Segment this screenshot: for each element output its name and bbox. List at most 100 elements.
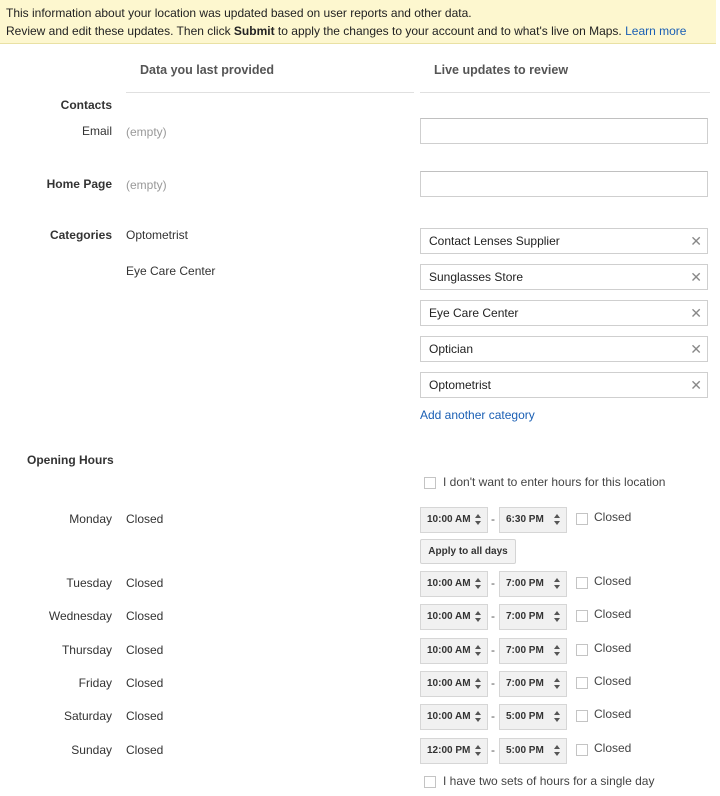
remove-category-icon[interactable]: ✕ — [690, 265, 702, 289]
close-time-select[interactable]: 5:00 PM — [499, 704, 567, 730]
remove-category-icon[interactable]: ✕ — [690, 301, 702, 325]
open-time-value: 10:00 AM — [427, 678, 471, 689]
close-time-value: 7:00 PM — [506, 678, 544, 689]
closed-checkbox[interactable] — [576, 513, 588, 525]
select-arrows-icon — [554, 745, 561, 757]
close-time-select[interactable]: 7:00 PM — [499, 571, 567, 597]
select-arrows-icon — [475, 711, 482, 723]
select-arrows-icon — [554, 578, 561, 590]
remove-category-icon[interactable]: ✕ — [690, 229, 702, 253]
category-field[interactable]: Sunglasses Store ✕ — [420, 264, 708, 290]
select-arrows-icon — [554, 678, 561, 690]
close-time-select[interactable]: 5:00 PM — [499, 738, 567, 764]
category-old-value: Eye Care Center — [126, 264, 216, 278]
email-input[interactable] — [420, 118, 708, 144]
open-time-value: 10:00 AM — [427, 578, 471, 589]
open-time-select[interactable]: 12:00 PM — [420, 738, 488, 764]
select-arrows-icon — [475, 745, 482, 757]
time-dash: - — [491, 676, 495, 690]
remove-category-icon[interactable]: ✕ — [690, 373, 702, 397]
time-dash: - — [491, 643, 495, 657]
day-old-value: Closed — [126, 676, 164, 690]
closed-label: Closed — [594, 707, 632, 721]
no-hours-checkbox[interactable] — [424, 477, 436, 489]
category-value: Contact Lenses Supplier — [429, 234, 560, 248]
open-time-value: 10:00 AM — [427, 611, 471, 622]
open-time-select[interactable]: 10:00 AM — [420, 604, 488, 630]
closed-checkbox[interactable] — [576, 577, 588, 589]
category-value: Eye Care Center — [429, 306, 519, 320]
category-field[interactable]: Optician ✕ — [420, 336, 708, 362]
banner-submit-word: Submit — [233, 24, 275, 38]
remove-category-icon[interactable]: ✕ — [690, 337, 702, 361]
email-old-value: (empty) — [126, 125, 167, 139]
day-label: Sunday — [71, 743, 112, 757]
closed-checkbox[interactable] — [576, 644, 588, 656]
day-label: Saturday — [63, 709, 112, 723]
apply-to-all-days-button[interactable]: Apply to all days — [420, 539, 516, 564]
select-arrows-icon — [554, 645, 561, 657]
close-time-select[interactable]: 7:00 PM — [499, 638, 567, 664]
closed-label: Closed — [594, 674, 632, 688]
time-dash: - — [491, 576, 495, 590]
day-label: Monday — [69, 512, 112, 526]
opening-hours-label: Opening Hours — [27, 453, 114, 467]
closed-checkbox[interactable] — [576, 677, 588, 689]
open-time-value: 10:00 AM — [427, 514, 471, 525]
closed-label: Closed — [594, 641, 632, 655]
day-label: Thursday — [61, 643, 112, 657]
banner-line-2: Review and edit these updates. Then clic… — [6, 22, 716, 40]
column-header-live-updates: Live updates to review — [434, 63, 569, 77]
day-old-value: Closed — [126, 609, 164, 623]
open-time-select[interactable]: 10:00 AM — [420, 671, 488, 697]
close-time-value: 5:00 PM — [506, 711, 544, 722]
day-label: Friday — [78, 676, 112, 690]
learn-more-link[interactable]: Learn more — [625, 24, 686, 38]
close-time-select[interactable]: 6:30 PM — [499, 507, 567, 533]
close-time-value: 6:30 PM — [506, 514, 544, 525]
day-old-value: Closed — [126, 643, 164, 657]
open-time-select[interactable]: 10:00 AM — [420, 507, 488, 533]
closed-label: Closed — [594, 574, 632, 588]
category-field[interactable]: Optometrist ✕ — [420, 372, 708, 398]
time-dash: - — [491, 512, 495, 526]
open-time-select[interactable]: 10:00 AM — [420, 704, 488, 730]
closed-checkbox[interactable] — [576, 710, 588, 722]
select-arrows-icon — [475, 678, 482, 690]
banner-text-a: Review and edit these updates. Then clic… — [6, 24, 234, 38]
category-value: Optician — [429, 342, 474, 356]
time-dash: - — [491, 743, 495, 757]
closed-label: Closed — [594, 607, 632, 621]
homepage-old-value: (empty) — [126, 178, 167, 192]
close-time-value: 5:00 PM — [506, 745, 544, 756]
time-dash: - — [491, 709, 495, 723]
contacts-section-label: Contacts — [60, 98, 112, 112]
closed-checkbox[interactable] — [576, 610, 588, 622]
banner-text-b: to apply the changes to your account and… — [274, 24, 626, 38]
open-time-value: 10:00 AM — [427, 645, 471, 656]
closed-label: Closed — [594, 510, 632, 524]
close-time-select[interactable]: 7:00 PM — [499, 671, 567, 697]
open-time-select[interactable]: 10:00 AM — [420, 571, 488, 597]
homepage-input[interactable] — [420, 171, 708, 197]
select-arrows-icon — [554, 611, 561, 623]
select-arrows-icon — [475, 578, 482, 590]
select-arrows-icon — [475, 514, 482, 526]
select-arrows-icon — [475, 645, 482, 657]
close-time-select[interactable]: 7:00 PM — [499, 604, 567, 630]
open-time-value: 10:00 AM — [427, 711, 471, 722]
email-label: Email — [81, 124, 112, 138]
time-dash: - — [491, 609, 495, 623]
category-value: Sunglasses Store — [429, 270, 524, 284]
open-time-select[interactable]: 10:00 AM — [420, 638, 488, 664]
day-old-value: Closed — [126, 576, 164, 590]
column-divider-left — [126, 92, 414, 93]
two-sets-hours-checkbox[interactable] — [424, 776, 436, 788]
close-time-value: 7:00 PM — [506, 645, 544, 656]
no-hours-label: I don't want to enter hours for this loc… — [443, 475, 666, 489]
category-field[interactable]: Contact Lenses Supplier ✕ — [420, 228, 708, 254]
column-header-last-provided: Data you last provided — [140, 63, 275, 77]
category-field[interactable]: Eye Care Center ✕ — [420, 300, 708, 326]
closed-checkbox[interactable] — [576, 744, 588, 756]
add-category-link[interactable]: Add another category — [420, 408, 535, 422]
